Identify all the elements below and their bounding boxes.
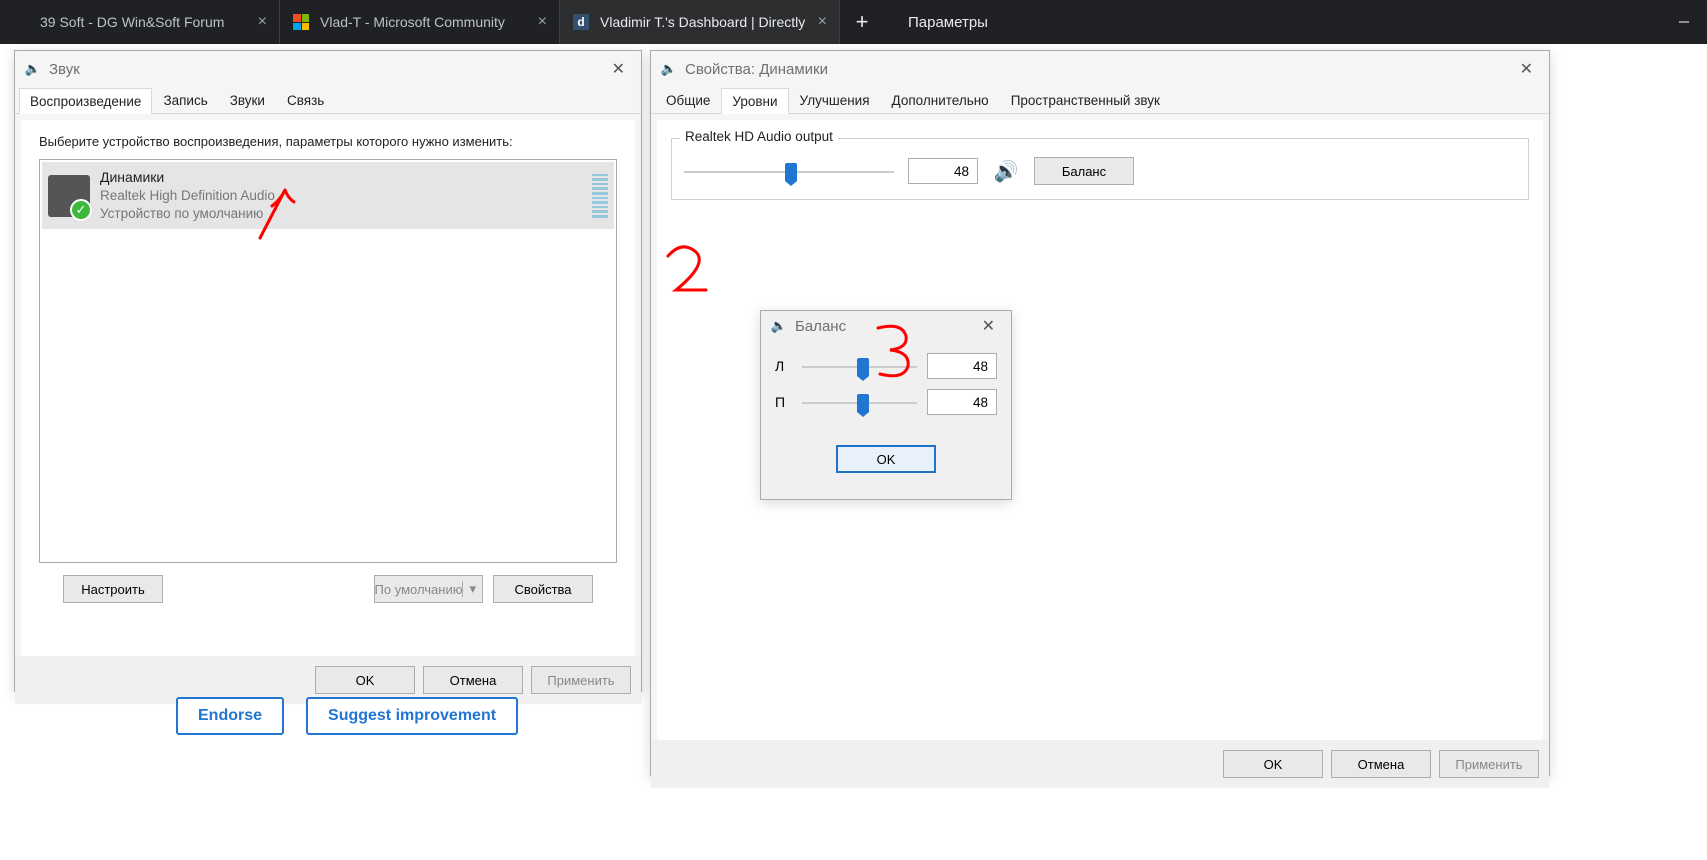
vu-meter-icon: [592, 174, 608, 218]
dialog-titlebar: 🔈 Звук ✕: [15, 51, 641, 87]
balance-left-row: Л: [775, 353, 997, 379]
device-name: Динамики: [100, 168, 592, 187]
tab-title: 39 Soft - DG Win&Soft Forum: [40, 14, 248, 30]
balance-dialog: 🔈 Баланс ✕ Л П OK: [760, 310, 1012, 500]
page-action-row: Endorse Suggest improvement: [176, 697, 518, 735]
left-channel-slider[interactable]: [802, 355, 917, 377]
dialog-title-text: Свойства: Динамики: [685, 61, 1512, 78]
new-tab-button[interactable]: +: [840, 0, 884, 44]
right-channel-slider[interactable]: [802, 391, 917, 413]
output-legend: Realtek HD Audio output: [680, 129, 838, 144]
apply-button[interactable]: Применить: [1439, 750, 1539, 778]
tab-recording[interactable]: Запись: [152, 87, 218, 113]
device-status: Устройство по умолчанию: [100, 205, 592, 223]
sound-footer: Настроить По умолчанию ▾ Свойства: [45, 563, 611, 615]
directly-favicon-icon: d: [572, 13, 590, 31]
browser-tab-bar: 39 Soft - DG Win&Soft Forum × Vlad-T - M…: [0, 0, 1707, 44]
ok-button[interactable]: OK: [315, 666, 415, 694]
dialog-titlebar: 🔈 Баланс ✕: [761, 311, 1011, 341]
sound-dialog-body: Выберите устройство воспроизведения, пар…: [21, 120, 635, 656]
set-default-label: По умолчанию: [375, 582, 463, 597]
sound-dialog: 🔈 Звук ✕ Воспроизведение Запись Звуки Св…: [14, 50, 642, 692]
microsoft-favicon-icon: [292, 13, 310, 31]
device-description: Realtek High Definition Audio: [100, 187, 592, 205]
configure-button[interactable]: Настроить: [63, 575, 163, 603]
app-title: Параметры: [884, 0, 1661, 44]
speaker-icon: 🔈: [23, 59, 43, 79]
mute-toggle-icon[interactable]: 🔊: [992, 157, 1020, 185]
set-default-button[interactable]: По умолчанию ▾: [374, 575, 483, 603]
balance-button[interactable]: Баланс: [1034, 157, 1134, 185]
tab-enhancements[interactable]: Улучшения: [789, 87, 881, 113]
endorse-button[interactable]: Endorse: [176, 697, 284, 735]
speaker-icon: 🔈: [769, 316, 789, 336]
cancel-button[interactable]: Отмена: [423, 666, 523, 694]
tab-title: Vladimir T.'s Dashboard | Directly: [600, 14, 808, 30]
balance-footer: OK: [761, 437, 1011, 485]
tabstrip: Общие Уровни Улучшения Дополнительно Про…: [651, 87, 1549, 114]
right-channel-label: П: [775, 394, 792, 410]
suggest-improvement-button[interactable]: Suggest improvement: [306, 697, 518, 735]
close-icon[interactable]: ×: [538, 13, 547, 31]
tab-communications[interactable]: Связь: [276, 87, 335, 113]
dialog-buttons: OK Отмена Применить: [651, 740, 1549, 788]
left-channel-label: Л: [775, 358, 792, 374]
output-fieldset: Realtek HD Audio output 🔊 Баланс: [671, 138, 1529, 200]
instruction-text: Выберите устройство воспроизведения, пар…: [39, 134, 617, 149]
volume-slider[interactable]: [684, 160, 894, 182]
balance-body: Л П: [761, 341, 1011, 437]
ok-button[interactable]: OK: [836, 445, 936, 473]
device-list[interactable]: Динамики Realtek High Definition Audio У…: [39, 159, 617, 563]
device-item[interactable]: Динамики Realtek High Definition Audio У…: [42, 162, 614, 229]
device-text: Динамики Realtek High Definition Audio У…: [100, 168, 592, 223]
tab-advanced[interactable]: Дополнительно: [881, 87, 1000, 113]
tabstrip: Воспроизведение Запись Звуки Связь: [15, 87, 641, 114]
right-channel-value-input[interactable]: [927, 389, 997, 415]
close-icon[interactable]: ×: [258, 13, 267, 31]
dialog-titlebar: 🔈 Свойства: Динамики ✕: [651, 51, 1549, 87]
minimize-button[interactable]: [1661, 0, 1707, 44]
apply-button[interactable]: Применить: [531, 666, 631, 694]
chevron-down-icon[interactable]: ▾: [462, 581, 482, 597]
tab-levels[interactable]: Уровни: [721, 88, 788, 114]
device-speaker-icon: [48, 175, 90, 217]
close-icon[interactable]: ✕: [1512, 55, 1541, 83]
browser-tab[interactable]: Vlad-T - Microsoft Community ×: [280, 0, 560, 44]
tab-title: Vlad-T - Microsoft Community: [320, 14, 528, 30]
favicon-generic-icon: [12, 13, 30, 31]
tab-sounds[interactable]: Звуки: [219, 87, 276, 113]
browser-tab[interactable]: 39 Soft - DG Win&Soft Forum ×: [0, 0, 280, 44]
ok-button[interactable]: OK: [1223, 750, 1323, 778]
browser-tab-active[interactable]: d Vladimir T.'s Dashboard | Directly ×: [560, 0, 840, 44]
cancel-button[interactable]: Отмена: [1331, 750, 1431, 778]
dialog-title-text: Звук: [49, 61, 604, 78]
left-channel-value-input[interactable]: [927, 353, 997, 379]
close-icon[interactable]: ✕: [974, 312, 1003, 340]
tab-spatial[interactable]: Пространственный звук: [1000, 87, 1171, 113]
balance-right-row: П: [775, 389, 997, 415]
close-icon[interactable]: ✕: [604, 55, 633, 83]
dialog-title-text: Баланс: [795, 318, 974, 335]
volume-value-input[interactable]: [908, 158, 978, 184]
properties-button[interactable]: Свойства: [493, 575, 593, 603]
window-controls: [1661, 0, 1707, 44]
close-icon[interactable]: ×: [818, 13, 827, 31]
tab-general[interactable]: Общие: [655, 87, 721, 113]
tab-playback[interactable]: Воспроизведение: [19, 88, 152, 114]
speaker-icon: 🔈: [659, 59, 679, 79]
app-title-text: Параметры: [908, 14, 988, 31]
